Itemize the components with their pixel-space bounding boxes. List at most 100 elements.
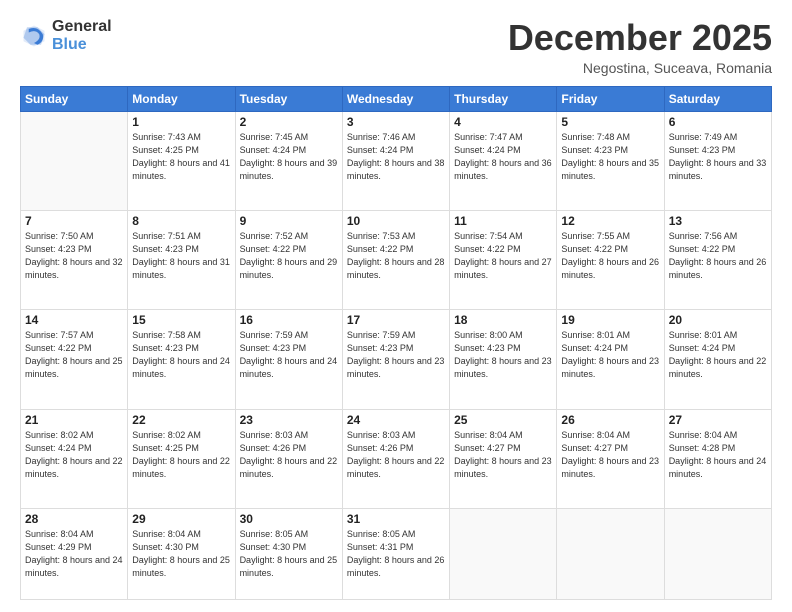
calendar-cell: 15 Sunrise: 7:58 AMSunset: 4:23 PMDayligh… xyxy=(128,310,235,409)
weekday-header: Saturday xyxy=(664,86,771,111)
day-info: Sunrise: 8:03 AMSunset: 4:26 PMDaylight:… xyxy=(347,429,445,481)
day-number: 23 xyxy=(240,413,338,427)
day-number: 22 xyxy=(132,413,230,427)
day-number: 9 xyxy=(240,214,338,228)
calendar-week-row: 28Sunrise: 8:04 AMSunset: 4:29 PMDayligh… xyxy=(21,508,772,599)
day-info: Sunrise: 7:55 AMSunset: 4:22 PMDaylight:… xyxy=(561,230,659,282)
month-title: December 2025 xyxy=(508,18,772,58)
calendar-cell: 3 Sunrise: 7:46 AMSunset: 4:24 PMDaylight… xyxy=(342,111,449,210)
day-info: Sunrise: 7:49 AMSunset: 4:23 PMDaylight:… xyxy=(669,131,767,183)
calendar-cell: 6 Sunrise: 7:49 AMSunset: 4:23 PMDaylight… xyxy=(664,111,771,210)
day-info: Sunrise: 8:04 AMSunset: 4:27 PMDaylight:… xyxy=(561,429,659,481)
calendar-cell: 7 Sunrise: 7:50 AMSunset: 4:23 PMDaylight… xyxy=(21,210,128,309)
calendar-cell: 21 Sunrise: 8:02 AMSunset: 4:24 PMDayligh… xyxy=(21,409,128,508)
calendar-cell: 18Sunrise: 8:00 AMSunset: 4:23 PMDayligh… xyxy=(450,310,557,409)
weekday-header: Thursday xyxy=(450,86,557,111)
day-info: Sunrise: 7:54 AMSunset: 4:22 PMDaylight:… xyxy=(454,230,552,282)
day-number: 26 xyxy=(561,413,659,427)
day-number: 19 xyxy=(561,313,659,327)
day-number: 8 xyxy=(132,214,230,228)
weekday-header: Friday xyxy=(557,86,664,111)
calendar-cell: 31Sunrise: 8:05 AMSunset: 4:31 PMDayligh… xyxy=(342,508,449,599)
calendar-cell xyxy=(21,111,128,210)
day-info: Sunrise: 7:56 AMSunset: 4:22 PMDaylight:… xyxy=(669,230,767,282)
calendar-cell: 14Sunrise: 7:57 AMSunset: 4:22 PMDayligh… xyxy=(21,310,128,409)
day-info: Sunrise: 7:59 AMSunset: 4:23 PMDaylight:… xyxy=(347,329,445,381)
calendar-week-row: 7 Sunrise: 7:50 AMSunset: 4:23 PMDaylight… xyxy=(21,210,772,309)
calendar-header-row: SundayMondayTuesdayWednesdayThursdayFrid… xyxy=(21,86,772,111)
calendar-cell: 17 Sunrise: 7:59 AMSunset: 4:23 PMDayligh… xyxy=(342,310,449,409)
calendar-cell: 19 Sunrise: 8:01 AMSunset: 4:24 PMDayligh… xyxy=(557,310,664,409)
calendar-cell: 9 Sunrise: 7:52 AMSunset: 4:22 PMDaylight… xyxy=(235,210,342,309)
day-info: Sunrise: 7:59 AMSunset: 4:23 PMDaylight:… xyxy=(240,329,338,381)
calendar-cell: 13Sunrise: 7:56 AMSunset: 4:22 PMDayligh… xyxy=(664,210,771,309)
weekday-header: Monday xyxy=(128,86,235,111)
calendar-cell: 4Sunrise: 7:47 AMSunset: 4:24 PMDaylight… xyxy=(450,111,557,210)
day-info: Sunrise: 8:01 AMSunset: 4:24 PMDaylight:… xyxy=(669,329,767,381)
day-number: 28 xyxy=(25,512,123,526)
day-info: Sunrise: 7:50 AMSunset: 4:23 PMDaylight:… xyxy=(25,230,123,282)
calendar-cell: 5Sunrise: 7:48 AMSunset: 4:23 PMDaylight… xyxy=(557,111,664,210)
day-info: Sunrise: 8:03 AMSunset: 4:26 PMDaylight:… xyxy=(240,429,338,481)
day-number: 25 xyxy=(454,413,552,427)
calendar-cell: 23 Sunrise: 8:03 AMSunset: 4:26 PMDayligh… xyxy=(235,409,342,508)
day-number: 6 xyxy=(669,115,767,129)
weekday-header: Wednesday xyxy=(342,86,449,111)
logo-text: General Blue xyxy=(52,18,112,53)
day-number: 30 xyxy=(240,512,338,526)
calendar-cell: 2 Sunrise: 7:45 AMSunset: 4:24 PMDaylight… xyxy=(235,111,342,210)
calendar-cell: 26 Sunrise: 8:04 AMSunset: 4:27 PMDayligh… xyxy=(557,409,664,508)
weekday-header: Tuesday xyxy=(235,86,342,111)
calendar-table: SundayMondayTuesdayWednesdayThursdayFrid… xyxy=(20,86,772,600)
day-number: 7 xyxy=(25,214,123,228)
day-number: 2 xyxy=(240,115,338,129)
day-info: Sunrise: 7:53 AMSunset: 4:22 PMDaylight:… xyxy=(347,230,445,282)
calendar-cell: 20Sunrise: 8:01 AMSunset: 4:24 PMDayligh… xyxy=(664,310,771,409)
day-number: 24 xyxy=(347,413,445,427)
calendar-cell: 25 Sunrise: 8:04 AMSunset: 4:27 PMDayligh… xyxy=(450,409,557,508)
calendar-cell: 24 Sunrise: 8:03 AMSunset: 4:26 PMDayligh… xyxy=(342,409,449,508)
day-info: Sunrise: 8:04 AMSunset: 4:30 PMDaylight:… xyxy=(132,528,230,580)
page: General Blue December 2025 Negostina, Su… xyxy=(0,0,792,612)
day-info: Sunrise: 8:05 AMSunset: 4:30 PMDaylight:… xyxy=(240,528,338,580)
day-number: 11 xyxy=(454,214,552,228)
calendar-cell: 16 Sunrise: 7:59 AMSunset: 4:23 PMDayligh… xyxy=(235,310,342,409)
day-info: Sunrise: 8:05 AMSunset: 4:31 PMDaylight:… xyxy=(347,528,445,580)
day-info: Sunrise: 8:01 AMSunset: 4:24 PMDaylight:… xyxy=(561,329,659,381)
calendar-cell: 11 Sunrise: 7:54 AMSunset: 4:22 PMDayligh… xyxy=(450,210,557,309)
day-info: Sunrise: 8:02 AMSunset: 4:25 PMDaylight:… xyxy=(132,429,230,481)
day-info: Sunrise: 7:52 AMSunset: 4:22 PMDaylight:… xyxy=(240,230,338,282)
day-number: 1 xyxy=(132,115,230,129)
day-number: 3 xyxy=(347,115,445,129)
day-info: Sunrise: 7:46 AMSunset: 4:24 PMDaylight:… xyxy=(347,131,445,183)
day-number: 17 xyxy=(347,313,445,327)
day-info: Sunrise: 7:58 AMSunset: 4:23 PMDaylight:… xyxy=(132,329,230,381)
day-info: Sunrise: 8:04 AMSunset: 4:27 PMDaylight:… xyxy=(454,429,552,481)
day-info: Sunrise: 8:02 AMSunset: 4:24 PMDaylight:… xyxy=(25,429,123,481)
logo-icon xyxy=(20,22,48,50)
day-info: Sunrise: 7:45 AMSunset: 4:24 PMDaylight:… xyxy=(240,131,338,183)
calendar-week-row: 1Sunrise: 7:43 AMSunset: 4:25 PMDaylight… xyxy=(21,111,772,210)
day-info: Sunrise: 8:00 AMSunset: 4:23 PMDaylight:… xyxy=(454,329,552,381)
location: Negostina, Suceava, Romania xyxy=(508,60,772,76)
calendar-cell: 8 Sunrise: 7:51 AMSunset: 4:23 PMDaylight… xyxy=(128,210,235,309)
logo: General Blue xyxy=(20,18,112,53)
day-number: 14 xyxy=(25,313,123,327)
day-number: 27 xyxy=(669,413,767,427)
calendar-cell: 28Sunrise: 8:04 AMSunset: 4:29 PMDayligh… xyxy=(21,508,128,599)
weekday-header: Sunday xyxy=(21,86,128,111)
calendar-cell xyxy=(450,508,557,599)
calendar-cell: 1Sunrise: 7:43 AMSunset: 4:25 PMDaylight… xyxy=(128,111,235,210)
day-number: 21 xyxy=(25,413,123,427)
header: General Blue December 2025 Negostina, Su… xyxy=(20,18,772,76)
day-info: Sunrise: 7:48 AMSunset: 4:23 PMDaylight:… xyxy=(561,131,659,183)
calendar-cell xyxy=(557,508,664,599)
day-info: Sunrise: 7:51 AMSunset: 4:23 PMDaylight:… xyxy=(132,230,230,282)
day-number: 29 xyxy=(132,512,230,526)
calendar-week-row: 14Sunrise: 7:57 AMSunset: 4:22 PMDayligh… xyxy=(21,310,772,409)
day-number: 10 xyxy=(347,214,445,228)
calendar-cell: 22 Sunrise: 8:02 AMSunset: 4:25 PMDayligh… xyxy=(128,409,235,508)
day-number: 4 xyxy=(454,115,552,129)
day-number: 16 xyxy=(240,313,338,327)
day-number: 15 xyxy=(132,313,230,327)
